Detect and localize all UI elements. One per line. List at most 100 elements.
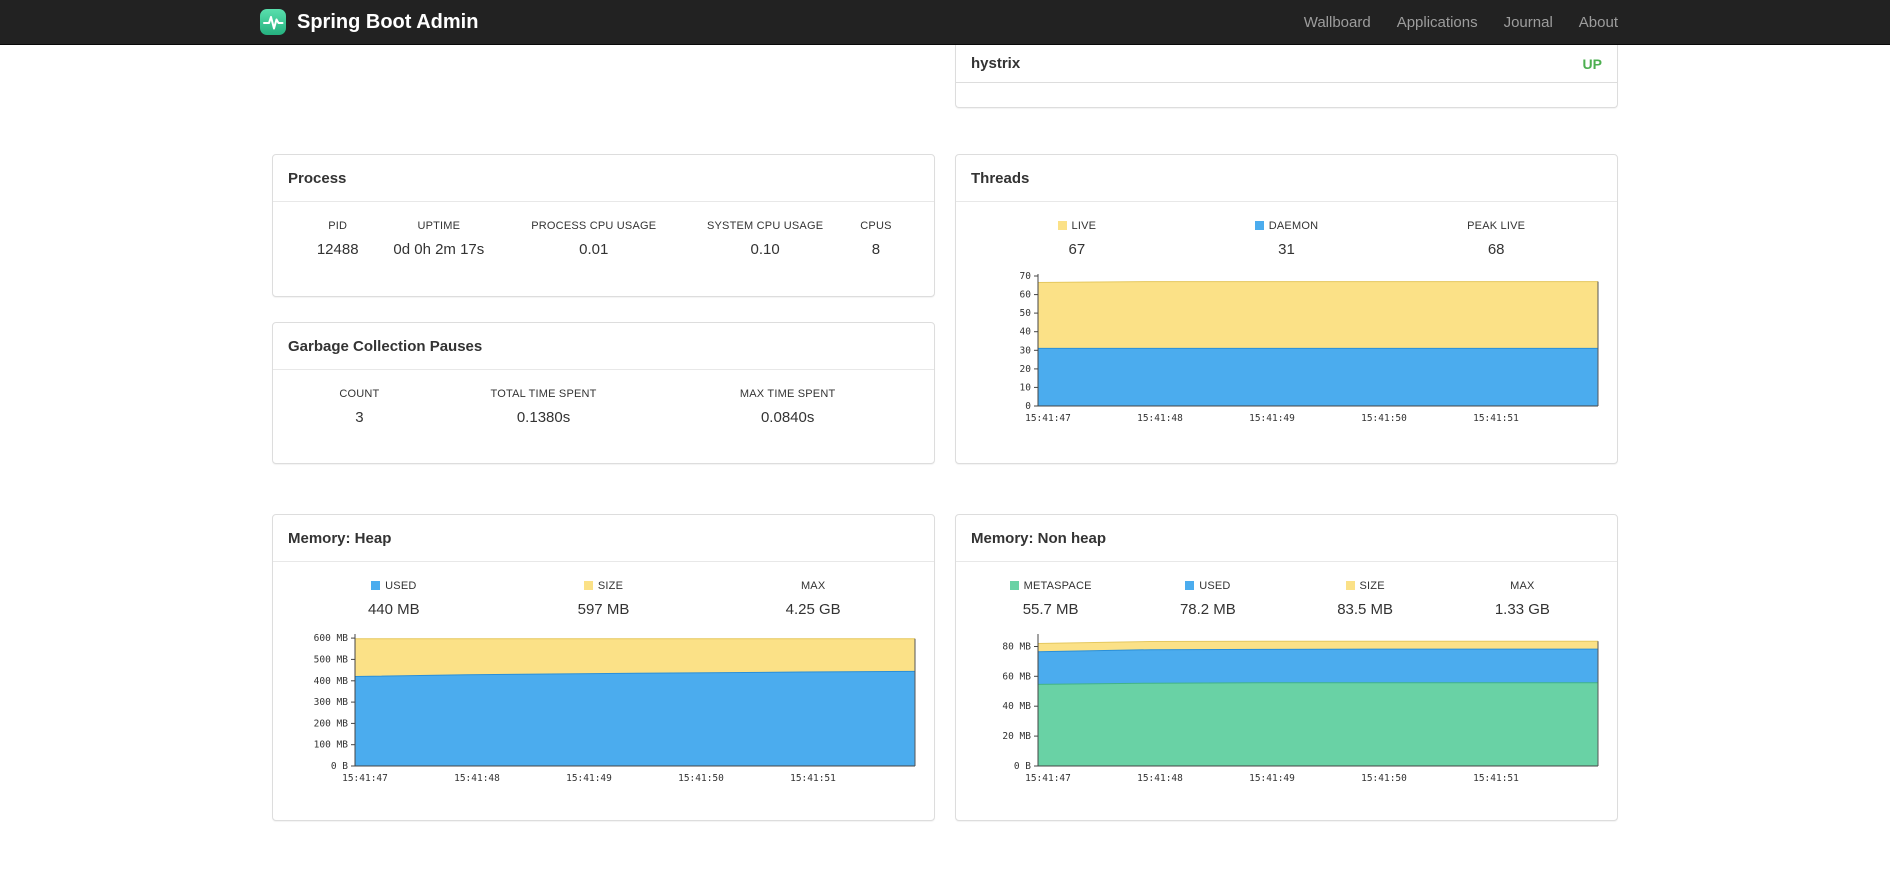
x-tick-label: 15:41:50 — [678, 773, 724, 784]
nav-item-journal[interactable]: Journal — [1504, 14, 1553, 31]
threads-legend: LIVE DAEMON PEAK LIVE 67 31 68 — [956, 202, 1617, 258]
legend-value: 83.5 MB — [1337, 601, 1394, 618]
legend-label: SIZE — [1359, 580, 1385, 592]
nonheap-legend: METASPACE USED SIZE MAX 55.7 MB 78.2 MB … — [956, 562, 1617, 618]
legend-swatch-used — [371, 581, 381, 590]
x-tick-label: 15:41:48 — [454, 773, 500, 784]
y-tick-label: 60 — [1020, 290, 1032, 301]
y-tick-label: 40 — [1020, 327, 1032, 338]
metric-value: 12488 — [316, 241, 359, 258]
y-tick-label: 200 MB — [314, 718, 349, 729]
y-tick-label: 500 MB — [314, 654, 349, 665]
pulse-logo-icon — [259, 8, 287, 36]
legend-value: 1.33 GB — [1494, 601, 1550, 618]
nav-item-about[interactable]: About — [1579, 14, 1618, 31]
process-metrics: PID UPTIME PROCESS CPU USAGE SYSTEM CPU … — [273, 202, 934, 258]
metric-value: 0.0840s — [760, 409, 815, 426]
legend-label: LIVE — [1071, 220, 1097, 232]
legend-swatch-daemon — [1254, 221, 1264, 230]
status-badge: UP — [1582, 55, 1602, 72]
memory-nonheap-card: Memory: Non heap METASPACE USED SIZE MAX… — [955, 514, 1618, 821]
legend-label: USED — [1199, 580, 1231, 592]
legend-swatch-live — [1057, 221, 1067, 230]
memory-heap-card: Memory: Heap USED SIZE MAX 440 MB 597 MB… — [272, 514, 935, 821]
y-tick-label: 70 — [1020, 271, 1032, 282]
y-tick-label: 20 — [1020, 364, 1032, 375]
metric-label: PROCESS CPU USAGE — [531, 220, 657, 232]
content: Process PID UPTIME PROCESS CPU USAGE SYS… — [272, 45, 1618, 821]
legend-label: DAEMON — [1268, 220, 1319, 232]
nonheap-card-title: Memory: Non heap — [956, 515, 1617, 562]
x-tick-label: 15:41:49 — [566, 773, 612, 784]
y-tick-label: 60 MB — [1002, 671, 1031, 682]
metric-value: 8 — [871, 241, 881, 258]
gc-pauses-card: Garbage Collection Pauses COUNT TOTAL TI… — [272, 322, 935, 464]
chart-svg: 0 B 20 MB 40 MB 60 MB 80 MB 15:41:47 15:41:48 1… — [1002, 634, 1599, 784]
y-tick-label: 600 MB — [314, 633, 349, 644]
legend-value: 68 — [1487, 241, 1505, 258]
legend-value: 4.25 GB — [785, 601, 841, 618]
legend-label: MAX — [800, 580, 826, 592]
metric-value: 0.1380s — [516, 409, 571, 426]
legend-value: 597 MB — [577, 601, 630, 618]
legend-label: PEAK LIVE — [1467, 220, 1526, 232]
gc-metrics: COUNT TOTAL TIME SPENT MAX TIME SPENT 3 … — [273, 370, 934, 426]
y-tick-label: 80 MB — [1002, 642, 1031, 653]
metric-label: TOTAL TIME SPENT — [490, 388, 597, 400]
nav-item-applications[interactable]: Applications — [1397, 14, 1478, 31]
y-tick-label: 10 — [1020, 382, 1032, 393]
x-tick-label: 15:41:51 — [1473, 773, 1519, 784]
x-tick-label: 15:41:49 — [1249, 413, 1295, 424]
metric-label: CPUS — [860, 220, 892, 232]
legend-swatch-size — [1345, 581, 1355, 590]
y-tick-label: 0 B — [1014, 761, 1031, 772]
x-tick-label: 15:41:51 — [1473, 413, 1519, 424]
nav-links: Wallboard Applications Journal About — [1304, 14, 1618, 31]
brand-link[interactable]: Spring Boot Admin — [259, 8, 478, 36]
nav-item-wallboard[interactable]: Wallboard — [1304, 14, 1371, 31]
threads-chart: 0 10 20 30 40 50 60 70 15:41:47 15:41:48 15:41:49 1… — [956, 258, 1617, 434]
area-series — [355, 671, 915, 766]
x-tick-label: 15:41:50 — [1361, 773, 1407, 784]
x-tick-label: 15:41:51 — [790, 773, 836, 784]
y-tick-label: 100 MB — [314, 740, 349, 751]
application-name-link[interactable]: hystrix — [971, 55, 1020, 72]
legend-label: MAX — [1510, 580, 1535, 592]
threads-card: Threads LIVE DAEMON PEAK LIVE 67 31 68 0… — [955, 154, 1618, 464]
application-row: hystrix UP — [956, 45, 1617, 83]
memory-heap-chart: 0 B 100 MB 200 MB 300 MB 400 MB 500 MB 600 MB 1… — [273, 618, 934, 794]
legend-label: USED — [385, 580, 417, 592]
left-column: Process PID UPTIME PROCESS CPU USAGE SYS… — [272, 45, 935, 821]
legend-label: METASPACE — [1023, 580, 1092, 592]
area-series — [1038, 682, 1598, 766]
y-tick-label: 0 B — [331, 761, 348, 772]
y-tick-label: 400 MB — [314, 676, 349, 687]
x-tick-label: 15:41:47 — [1025, 413, 1071, 424]
legend-value: 78.2 MB — [1179, 601, 1236, 618]
chart-svg: 0 B 100 MB 200 MB 300 MB 400 MB 500 MB 600 MB 1… — [314, 633, 916, 784]
threads-card-title: Threads — [956, 155, 1617, 202]
x-tick-label: 15:41:48 — [1137, 773, 1183, 784]
x-tick-label: 15:41:50 — [1361, 413, 1407, 424]
heap-legend: USED SIZE MAX 440 MB 597 MB 4.25 GB — [273, 562, 934, 618]
metric-value: 0.01 — [579, 241, 609, 258]
process-card: Process PID UPTIME PROCESS CPU USAGE SYS… — [272, 154, 935, 297]
metric-label: SYSTEM CPU USAGE — [706, 220, 824, 232]
x-tick-label: 15:41:49 — [1249, 773, 1295, 784]
legend-label: SIZE — [597, 580, 624, 592]
legend-value: 55.7 MB — [1022, 601, 1079, 618]
memory-nonheap-chart: 0 B 20 MB 40 MB 60 MB 80 MB 15:41:47 15:41:48 1… — [956, 618, 1617, 794]
y-tick-label: 50 — [1020, 308, 1032, 319]
navbar-inner: Spring Boot Admin Wallboard Applications… — [260, 0, 1618, 44]
legend-value: 440 MB — [367, 601, 420, 618]
navbar: Spring Boot Admin Wallboard Applications… — [0, 0, 1890, 45]
x-tick-label: 15:41:47 — [1025, 773, 1071, 784]
brand-title: Spring Boot Admin — [297, 10, 479, 33]
y-tick-label: 40 MB — [1002, 701, 1031, 712]
area-series — [1038, 348, 1598, 406]
metric-label: COUNT — [339, 388, 380, 400]
gc-card-title: Garbage Collection Pauses — [273, 323, 934, 370]
x-tick-label: 15:41:47 — [342, 773, 388, 784]
legend-swatch-metaspace — [1009, 581, 1019, 590]
metric-value: 0d 0h 2m 17s — [393, 241, 485, 258]
